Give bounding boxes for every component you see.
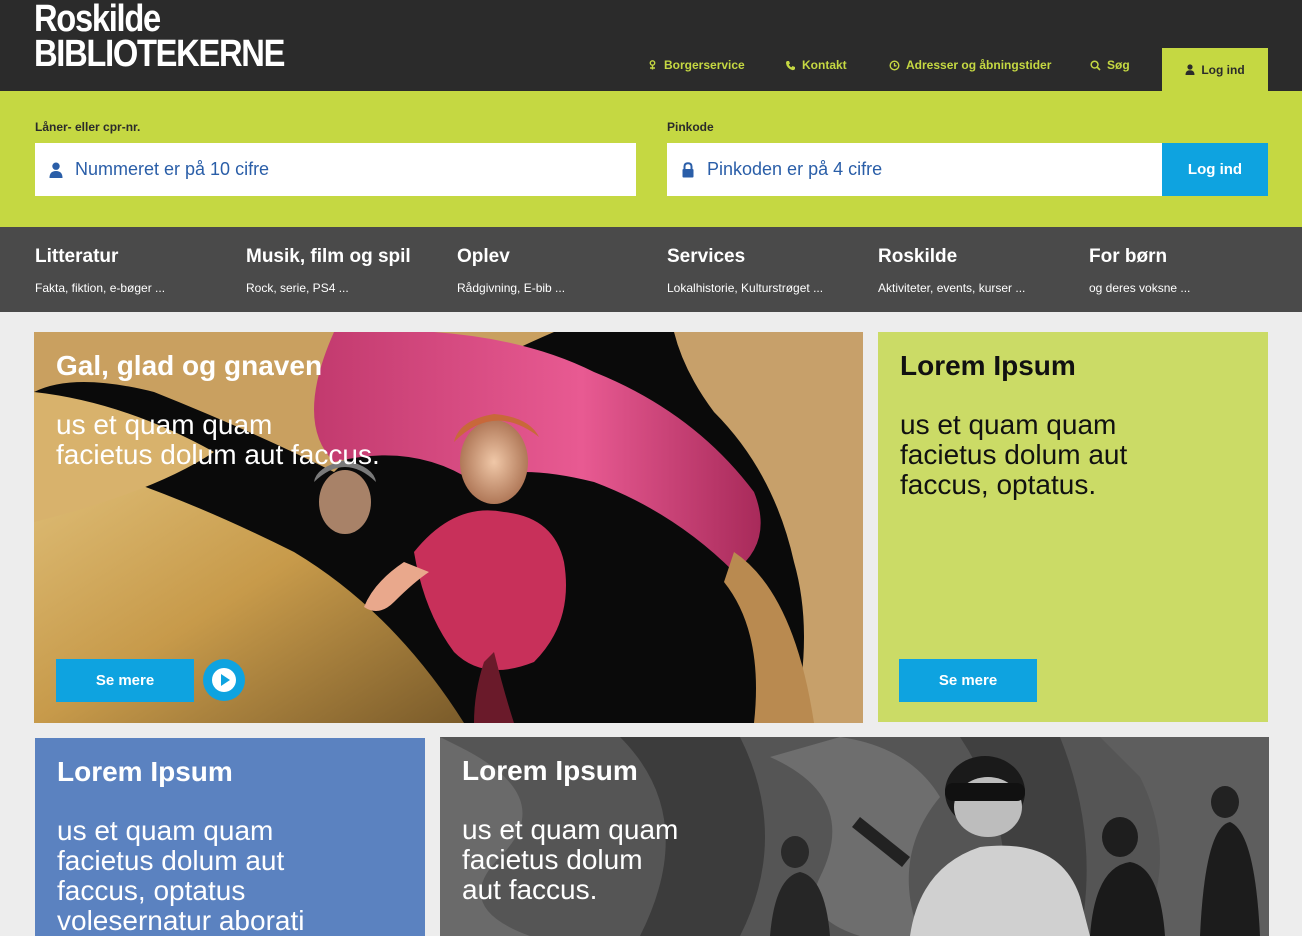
green-card-text-line: faccus, optatus. [900, 469, 1097, 500]
nav-search-label: Søg [1107, 58, 1130, 72]
play-button[interactable] [203, 659, 245, 701]
category-musik[interactable]: Musik, film og spil Rock, serie, PS4 ... [246, 246, 411, 295]
photo-card-text-line: aut faccus. [462, 874, 598, 905]
search-icon [1090, 59, 1101, 71]
category-subtitle: Rock, serie, PS4 ... [246, 281, 349, 295]
logo-line-2: BIBLIOTEKERNE [34, 33, 285, 75]
user-id-placeholder: Nummeret er på 10 cifre [75, 159, 270, 179]
category-subtitle: Lokalhistorie, Kulturstrøget ... [667, 281, 824, 295]
hero-text-line: facietus dolum aut faccus. [56, 439, 380, 470]
category-subtitle: Aktiviteter, events, kurser ... [878, 281, 1026, 295]
category-title: Services [667, 246, 746, 267]
blue-card-title: Lorem Ipsum [57, 756, 233, 787]
category-subtitle: Fakta, fiktion, e-bøger ... [35, 281, 166, 295]
category-title: Litteratur [35, 246, 119, 267]
site-logo[interactable]: Roskilde BIBLIOTEKERNE [34, 0, 285, 75]
category-title: For børn [1089, 246, 1168, 267]
green-card-text-line: us et quam quam [900, 409, 1117, 440]
blue-card-text-line: faccus, optatus [57, 875, 246, 906]
user-icon [1185, 64, 1195, 75]
feature-card-green[interactable]: Lorem Ipsum us et quam quam facietus dol… [878, 332, 1268, 722]
feature-card-blue[interactable]: Lorem Ipsum us et quam quam facietus dol… [35, 738, 425, 936]
blue-card-text-line: facietus dolum aut [57, 845, 285, 876]
category-for-born[interactable]: For børn og deres voksne ... [1089, 246, 1190, 295]
category-services[interactable]: Services Lokalhistorie, Kulturstrøget ..… [667, 246, 823, 295]
category-navigation: Litteratur Fakta, fiktion, e-bøger ... M… [0, 227, 1302, 312]
photo-card-text-line: facietus dolum [462, 844, 643, 875]
lock-icon [682, 161, 694, 177]
person-pin-icon [649, 59, 656, 69]
login-tab[interactable]: Log ind [1162, 48, 1268, 91]
category-litteratur[interactable]: Litteratur Fakta, fiktion, e-bøger ... [35, 246, 165, 295]
hero-text: us et quam quam facietus dolum aut faccu… [56, 410, 380, 470]
user-icon [49, 162, 63, 178]
top-header: Roskilde BIBLIOTEKERNE Borgerservice Kon… [0, 0, 1302, 91]
hero-se-mere-button[interactable]: Se mere [56, 659, 194, 702]
green-card-text-line: facietus dolum aut [900, 439, 1128, 470]
nav-borgerservice[interactable]: Borgerservice [647, 58, 745, 72]
login-tab-label: Log ind [1201, 62, 1245, 77]
logo-line-1: Roskilde [34, 0, 161, 40]
photo-card-text-line: us et quam quam [462, 814, 679, 845]
category-title: Musik, film og spil [246, 246, 411, 267]
nav-search[interactable]: Søg [1090, 58, 1130, 72]
phone-icon [786, 60, 795, 70]
green-card-text: us et quam quam facietus dolum aut faccu… [900, 410, 1127, 500]
play-icon [212, 668, 236, 692]
pin-field[interactable]: Pinkoden er på 4 cifre [667, 143, 1162, 196]
login-button[interactable]: Log ind [1162, 143, 1268, 196]
nav-kontakt-label: Kontakt [802, 58, 847, 72]
nav-kontakt[interactable]: Kontakt [785, 58, 847, 72]
nav-adresser-label: Adresser og åbningstider [906, 58, 1052, 72]
category-title: Oplev [457, 246, 510, 267]
green-card-title: Lorem Ipsum [900, 350, 1076, 381]
category-subtitle: Rådgivning, E-bib ... [457, 281, 566, 295]
blue-card-text: us et quam quam facietus dolum aut faccu… [57, 816, 304, 936]
page: Roskilde BIBLIOTEKERNE Borgerservice Kon… [0, 0, 1302, 936]
pin-placeholder: Pinkoden er på 4 cifre [707, 159, 883, 179]
nav-borgerservice-label: Borgerservice [664, 58, 745, 72]
pin-label: Pinkode [667, 120, 714, 134]
category-title: Roskilde [878, 246, 958, 267]
green-se-mere-button[interactable]: Se mere [899, 659, 1037, 702]
category-roskilde[interactable]: Roskilde Aktiviteter, events, kurser ... [878, 246, 1025, 295]
hero-text-line: us et quam quam [56, 409, 273, 440]
photo-card-title: Lorem Ipsum [462, 755, 638, 786]
blue-card-text-line: volesernatur aborati [57, 905, 305, 936]
category-subtitle: og deres voksne ... [1089, 281, 1191, 295]
hero-card[interactable]: Gal, glad og gnaven us et quam quam faci… [34, 332, 863, 723]
hero-title: Gal, glad og gnaven [56, 350, 323, 381]
blue-card-text-line: us et quam quam [57, 815, 274, 846]
user-id-label: Låner- eller cpr-nr. [35, 120, 141, 134]
photo-card-text: us et quam quam facietus dolum aut faccu… [462, 815, 678, 905]
clock-icon [889, 59, 900, 71]
feature-card-photo[interactable]: Lorem Ipsum us et quam quam facietus dol… [440, 737, 1269, 936]
user-id-field[interactable]: Nummeret er på 10 cifre [35, 143, 636, 196]
category-oplev[interactable]: Oplev Rådgivning, E-bib ... [457, 246, 565, 295]
nav-adresser[interactable]: Adresser og åbningstider [889, 58, 1051, 72]
login-panel: Låner- eller cpr-nr. Nummeret er på 10 c… [0, 91, 1302, 227]
